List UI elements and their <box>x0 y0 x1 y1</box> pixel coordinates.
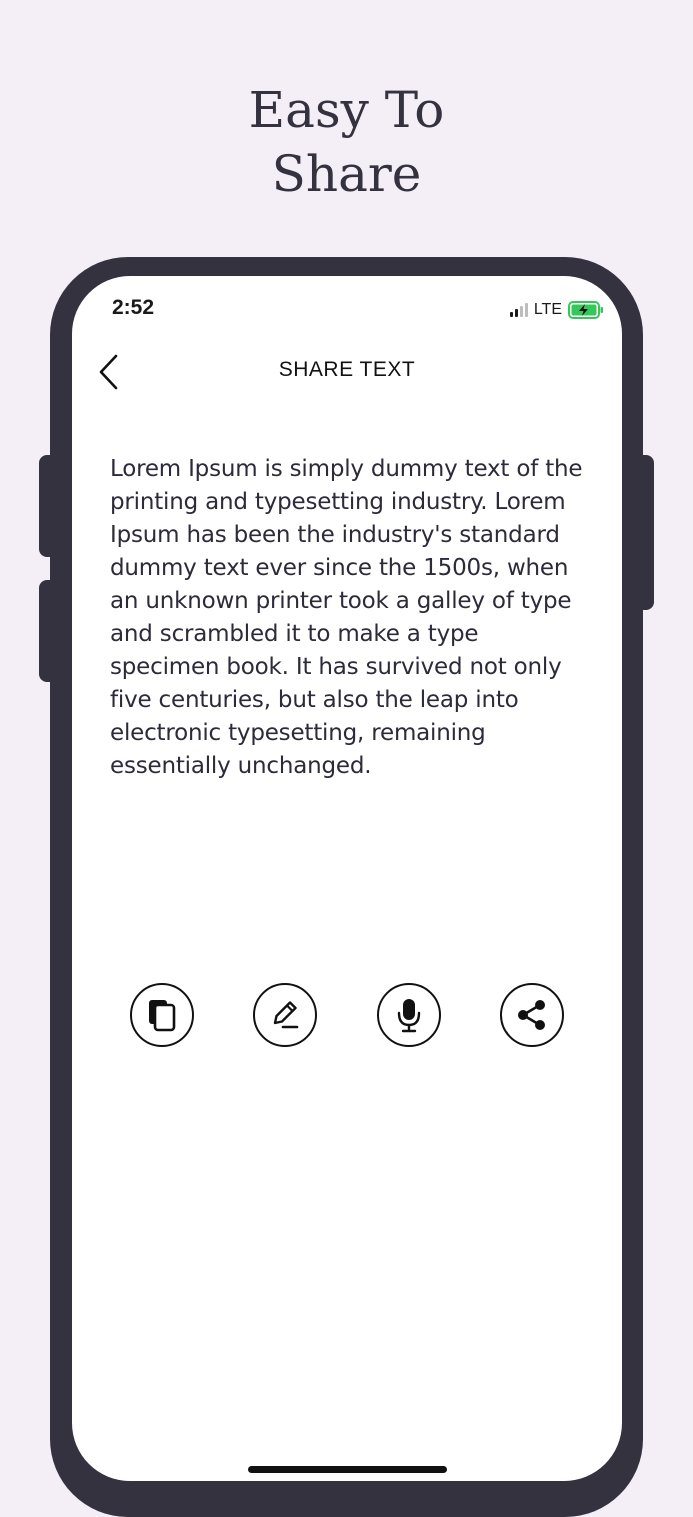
copy-icon <box>149 1000 176 1032</box>
phone-screen: 2:52 LTE SHARE TEXT Lorem Ipsum is simpl… <box>72 276 622 1481</box>
status-time: 2:52 <box>112 296 155 319</box>
copy-button[interactable] <box>130 983 194 1047</box>
promo-line-1: Easy To <box>248 81 445 139</box>
page-title: SHARE TEXT <box>278 358 416 381</box>
phone-frame: 2:52 LTE SHARE TEXT Lorem Ipsum is simpl… <box>50 257 643 1517</box>
share-icon <box>517 1000 545 1030</box>
voice-button[interactable] <box>376 983 441 1047</box>
promo-line-2: Share <box>271 145 422 203</box>
network-label: LTE <box>533 301 562 318</box>
promo-headline: Easy To Share <box>0 78 693 206</box>
share-button[interactable] <box>499 983 564 1047</box>
battery-icon <box>568 301 603 319</box>
home-indicator[interactable] <box>248 1466 447 1473</box>
signal-icon <box>509 303 528 317</box>
action-bar <box>130 983 564 1047</box>
edit-icon <box>274 1001 299 1029</box>
status-indicators: LTE <box>509 301 604 319</box>
microphone-icon <box>397 999 420 1033</box>
edit-button[interactable] <box>253 983 318 1047</box>
shared-text: Lorem Ipsum is simply dummy text of the … <box>110 456 583 779</box>
